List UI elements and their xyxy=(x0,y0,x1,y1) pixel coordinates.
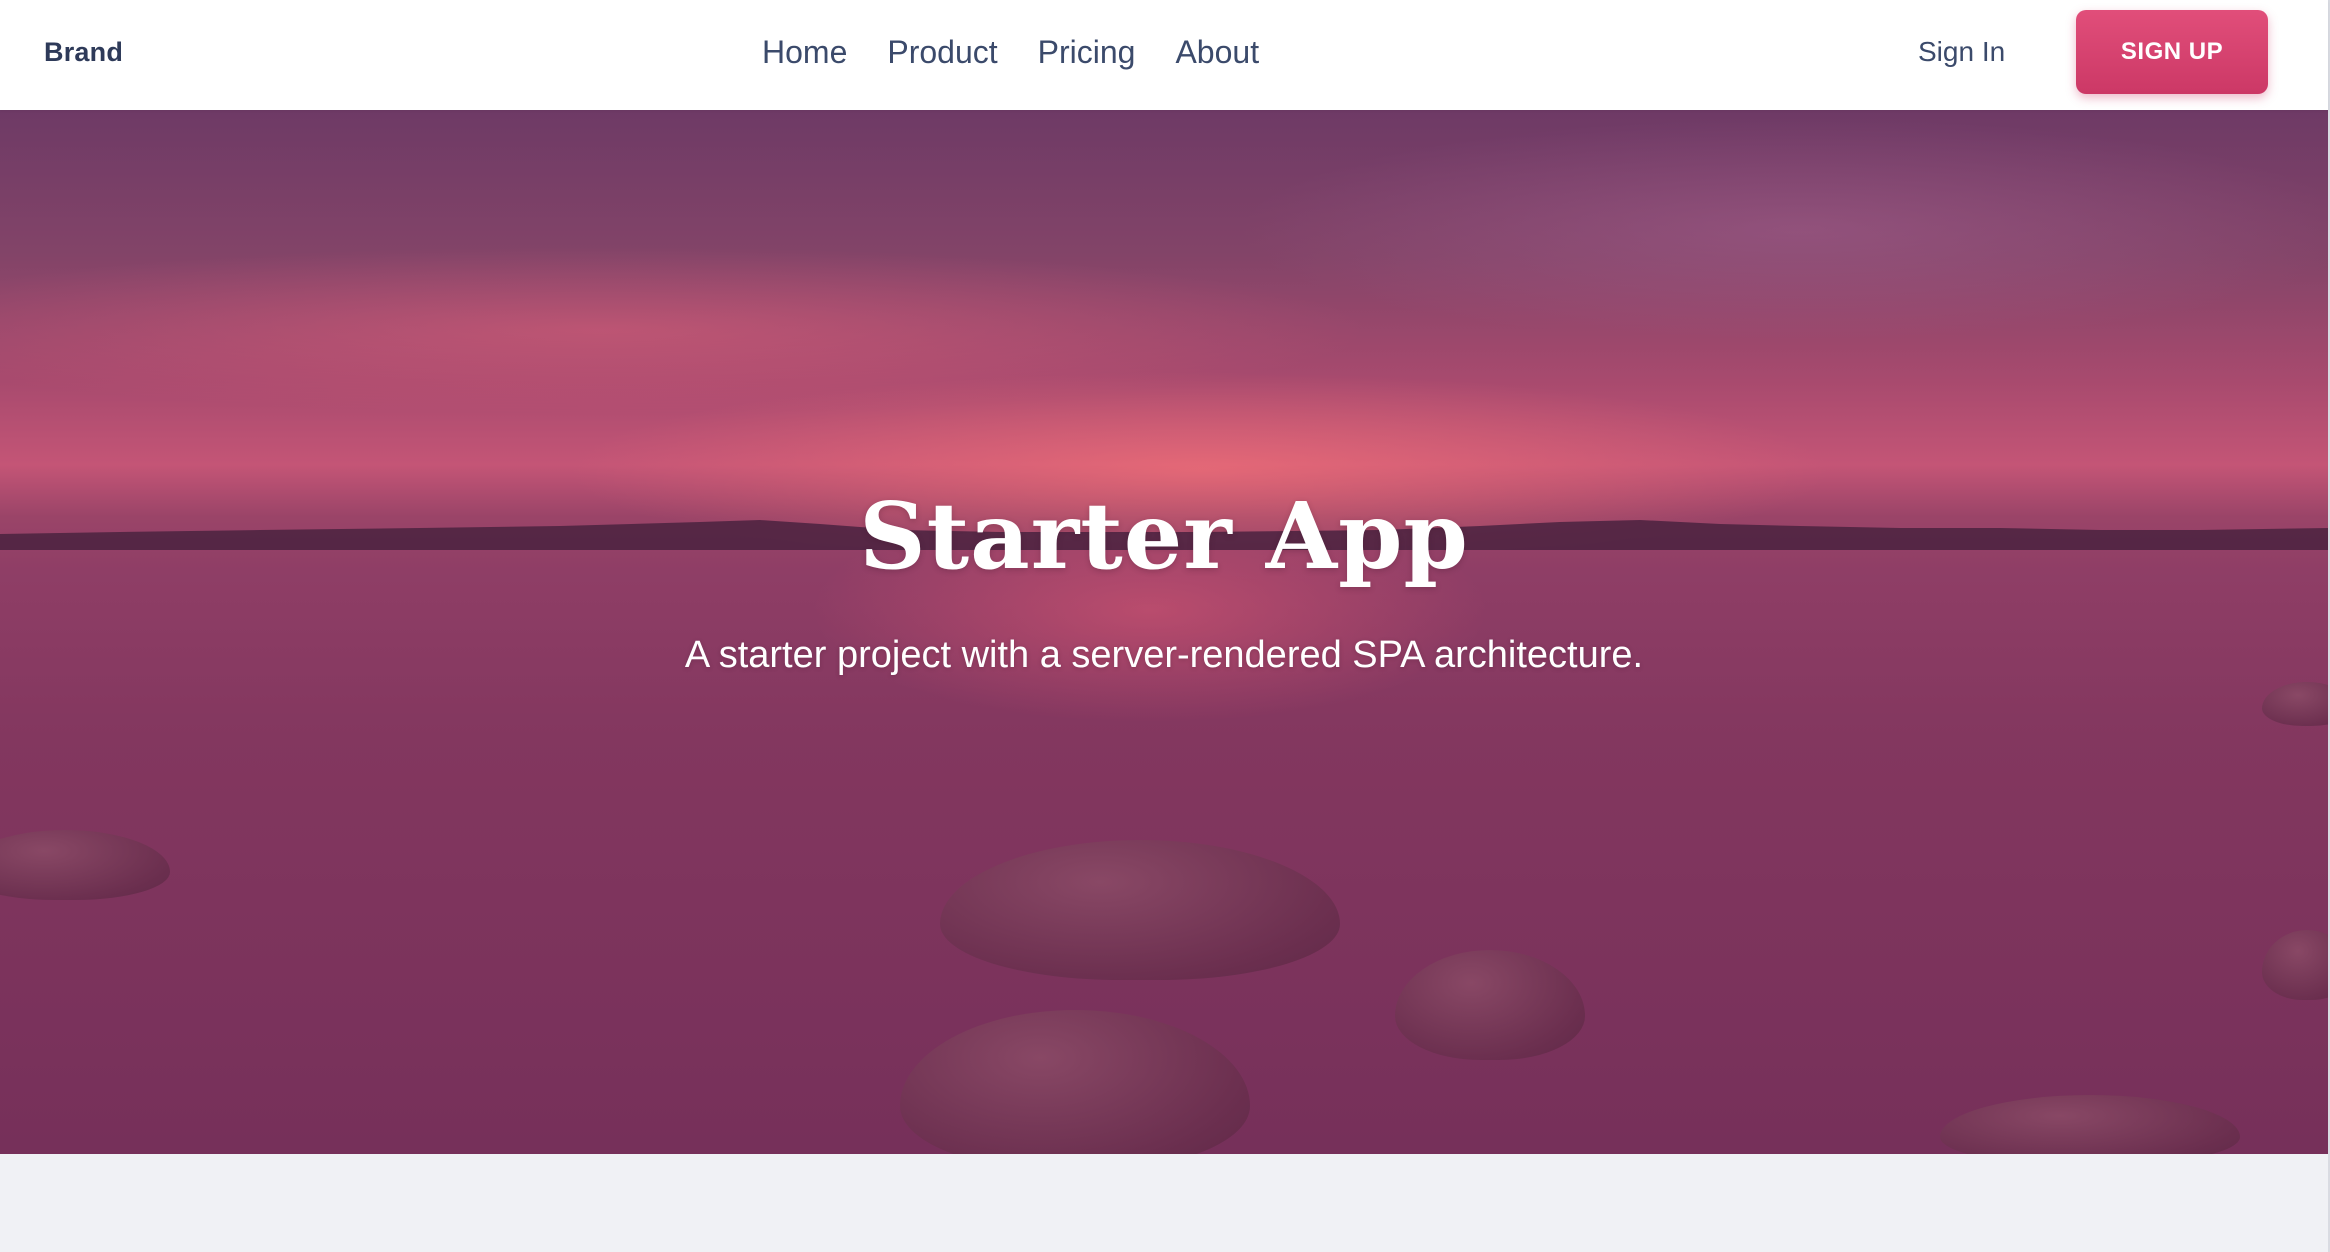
hero-content: Starter App A starter project with a ser… xyxy=(0,110,2328,1154)
nav-pricing-link[interactable]: Pricing xyxy=(1038,34,1136,71)
main-nav: Home Product Pricing About xyxy=(762,0,1259,104)
page: Brand Home Product Pricing About Sign In… xyxy=(0,0,2330,1252)
nav-home-link[interactable]: Home xyxy=(762,34,847,71)
sign-up-button[interactable]: SIGN UP xyxy=(2076,10,2268,94)
hero-title: Starter App xyxy=(859,482,1469,590)
content-section xyxy=(0,1154,2328,1252)
sign-in-link[interactable]: Sign In xyxy=(1918,0,2005,104)
hero-section: Starter App A starter project with a ser… xyxy=(0,110,2328,1154)
brand-logo[interactable]: Brand xyxy=(44,0,123,104)
top-navbar: Brand Home Product Pricing About Sign In… xyxy=(0,0,2328,110)
nav-product-link[interactable]: Product xyxy=(887,34,997,71)
hero-subtitle: A starter project with a server-rendered… xyxy=(684,634,1644,676)
nav-about-link[interactable]: About xyxy=(1175,34,1259,71)
